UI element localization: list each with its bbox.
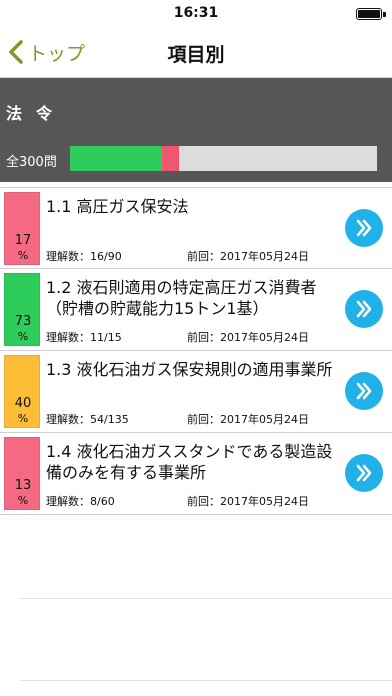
percent-sign: % <box>17 494 29 507</box>
percent-value: 17 <box>14 233 32 248</box>
double-chevron-right-icon <box>353 298 375 320</box>
double-chevron-right-icon <box>353 380 375 402</box>
battery-tip <box>383 12 386 17</box>
empty-row-divider <box>20 598 392 599</box>
status-bar: 16:31 <box>0 0 392 26</box>
overall-progress-bar <box>70 146 377 171</box>
progress-segment-understood <box>70 146 163 171</box>
last-studied-date: 前回：2017年05月24日 <box>187 250 309 263</box>
understanding-percent-badge: 17 % <box>4 192 40 265</box>
understood-count: 理解数：11/15 <box>46 331 122 344</box>
total-questions-label: 全300問 <box>6 155 57 170</box>
topic-title: 1.2 液石則適用の特定高圧ガス消費者（貯槽の貯蔵能力15トン1基） <box>46 278 317 318</box>
topic-title: 1.1 高圧ガス保安法 <box>46 197 189 216</box>
section-title: 法令 <box>6 104 67 123</box>
percent-sign: % <box>17 330 29 343</box>
topic-list: 17 % 1.1 高圧ガス保安法 理解数：16/90 前回：2017年05月24… <box>0 187 392 515</box>
percent-value: 73 <box>14 314 32 329</box>
understanding-percent-badge: 13 % <box>4 437 40 510</box>
understanding-percent-badge: 40 % <box>4 355 40 428</box>
last-studied-date: 前回：2017年05月24日 <box>187 331 309 344</box>
topic-title: 1.4 液化石油ガススタンドである製造設備のみを有する事業所 <box>46 442 333 482</box>
topic-row[interactable]: 17 % 1.1 高圧ガス保安法 理解数：16/90 前回：2017年05月24… <box>0 187 392 269</box>
percent-sign: % <box>17 249 29 262</box>
empty-row-divider <box>20 680 392 681</box>
topic-row[interactable]: 13 % 1.4 液化石油ガススタンドである製造設備のみを有する事業所 理解数：… <box>0 433 392 515</box>
start-topic-button[interactable] <box>345 372 383 410</box>
last-studied-date: 前回：2017年05月24日 <box>187 495 309 508</box>
double-chevron-right-icon <box>353 217 375 239</box>
start-topic-button[interactable] <box>345 454 383 492</box>
battery-icon <box>356 8 382 20</box>
topic-title: 1.3 液化石油ガス保安規則の適用事業所 <box>46 360 333 379</box>
status-time: 16:31 <box>173 5 219 21</box>
topic-row[interactable]: 73 % 1.2 液石則適用の特定高圧ガス消費者（貯槽の貯蔵能力15トン1基） … <box>0 269 392 351</box>
progress-segment-partial <box>162 146 179 171</box>
topic-row[interactable]: 40 % 1.3 液化石油ガス保安規則の適用事業所 理解数：54/135 前回：… <box>0 351 392 433</box>
understanding-percent-badge: 73 % <box>4 273 40 346</box>
start-topic-button[interactable] <box>345 209 383 247</box>
percent-value: 13 <box>14 478 32 493</box>
percent-value: 40 <box>14 396 32 411</box>
last-studied-date: 前回：2017年05月24日 <box>187 413 309 426</box>
section-header: 法令 全300問 <box>0 78 392 182</box>
double-chevron-right-icon <box>353 462 375 484</box>
understood-count: 理解数：54/135 <box>46 413 129 426</box>
page-title: 項目別 <box>167 44 225 66</box>
understood-count: 理解数：16/90 <box>46 250 122 263</box>
navigation-bar: トップ 項目別 <box>0 26 392 78</box>
start-topic-button[interactable] <box>345 290 383 328</box>
understood-count: 理解数：8/60 <box>46 495 115 508</box>
percent-sign: % <box>17 412 29 425</box>
